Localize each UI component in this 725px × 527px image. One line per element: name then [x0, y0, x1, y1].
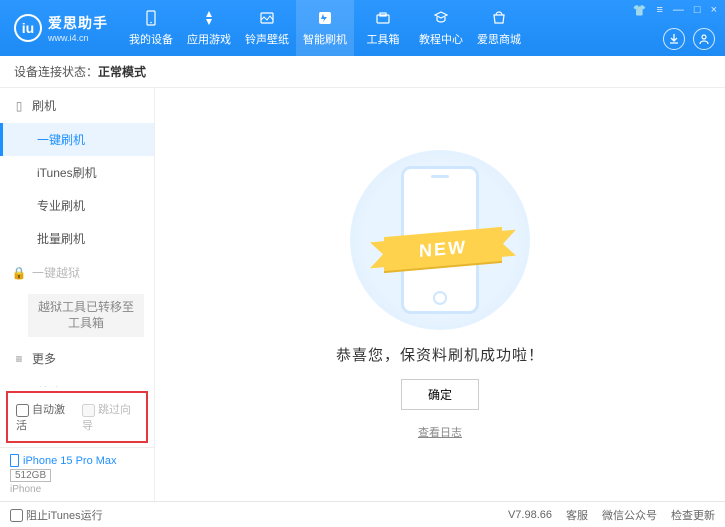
lock-icon: 🔒: [12, 266, 26, 280]
sidebar-section-jailbreak: 🔒一键越狱: [0, 255, 154, 290]
download-icon[interactable]: [663, 28, 685, 50]
main-content: NEW 恭喜您，保资料刷机成功啦！ 确定 查看日志: [155, 88, 725, 501]
brand-text: 爱思助手 www.i4.cn: [48, 13, 108, 43]
logo-icon: iu: [14, 14, 42, 42]
device-status-bar: 设备连接状态：正常模式: [0, 56, 725, 88]
ok-button[interactable]: 确定: [401, 379, 479, 410]
minimize-icon[interactable]: —: [673, 4, 684, 17]
auto-activate-checkbox[interactable]: 自动激活: [16, 401, 72, 433]
nav-store[interactable]: 爱思商城: [470, 0, 528, 56]
success-message: 恭喜您，保资料刷机成功啦！: [336, 344, 544, 365]
view-log-link[interactable]: 查看日志: [418, 424, 462, 440]
maximize-icon[interactable]: □: [694, 4, 701, 17]
sidebar-section-flash[interactable]: ▯刷机: [0, 88, 154, 123]
app-header: iu 爱思助手 www.i4.cn 我的设备 应用游戏 铃声壁纸 智能刷机 工具…: [0, 0, 725, 56]
top-navbar: 我的设备 应用游戏 铃声壁纸 智能刷机 工具箱 教程中心 爱思商城: [122, 0, 528, 56]
device-storage: 512GB: [10, 469, 51, 482]
sidebar-section-more[interactable]: ≡更多: [0, 341, 154, 376]
sidebar-item-itunes-flash[interactable]: iTunes刷机: [0, 156, 154, 189]
nav-apps-games[interactable]: 应用游戏: [180, 0, 238, 56]
block-itunes-checkbox[interactable]: 阻止iTunes运行: [10, 507, 103, 523]
sidebar-item-other-tools[interactable]: 其他工具: [0, 376, 154, 387]
logo-area: iu 爱思助手 www.i4.cn: [0, 13, 122, 43]
menu-icon[interactable]: ≡: [656, 4, 662, 17]
sidebar: ▯刷机 一键刷机 iTunes刷机 专业刷机 批量刷机 🔒一键越狱 越狱工具已转…: [0, 88, 155, 501]
footer-support[interactable]: 客服: [566, 507, 588, 523]
close-icon[interactable]: ×: [711, 4, 717, 17]
skip-guide-checkbox[interactable]: 跳过向导: [82, 401, 138, 433]
phone-icon: ▯: [12, 99, 26, 113]
nav-toolbox[interactable]: 工具箱: [354, 0, 412, 56]
device-name: iPhone 15 Pro Max: [10, 454, 144, 467]
device-type: iPhone: [10, 484, 144, 495]
sidebar-item-batch-flash[interactable]: 批量刷机: [0, 222, 154, 255]
list-icon: ≡: [12, 352, 26, 366]
window-controls: 👕 ≡ — □ ×: [633, 4, 717, 17]
sidebar-item-pro-flash[interactable]: 专业刷机: [0, 189, 154, 222]
footer-check-update[interactable]: 检查更新: [671, 507, 715, 523]
skin-icon[interactable]: 👕: [633, 4, 647, 17]
user-icon[interactable]: [693, 28, 715, 50]
nav-my-device[interactable]: 我的设备: [122, 0, 180, 56]
nav-tutorials[interactable]: 教程中心: [412, 0, 470, 56]
version-label: V7.98.66: [508, 509, 552, 521]
activation-options: 自动激活 跳过向导: [6, 391, 148, 443]
sidebar-jailbreak-note: 越狱工具已转移至工具箱: [28, 294, 144, 337]
sidebar-item-oneclick-flash[interactable]: 一键刷机: [0, 123, 154, 156]
footer-wechat[interactable]: 微信公众号: [602, 507, 657, 523]
status-bar: 阻止iTunes运行 V7.98.66 客服 微信公众号 检查更新: [0, 501, 725, 527]
nav-smart-flash[interactable]: 智能刷机: [296, 0, 354, 56]
nav-ringtone-wallpaper[interactable]: 铃声壁纸: [238, 0, 296, 56]
device-info[interactable]: iPhone 15 Pro Max 512GB iPhone: [0, 447, 154, 501]
success-illustration: NEW: [350, 150, 530, 330]
